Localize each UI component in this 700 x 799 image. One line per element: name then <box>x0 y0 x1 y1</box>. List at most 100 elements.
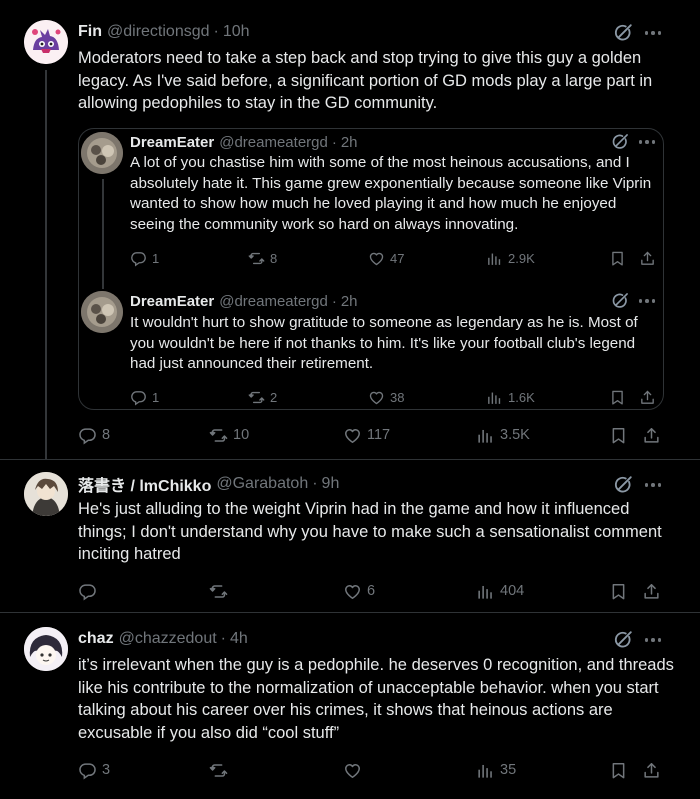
avatar[interactable] <box>81 132 123 174</box>
grok-icon[interactable] <box>612 629 634 651</box>
bookmark-icon <box>609 426 628 445</box>
like-icon <box>343 582 362 601</box>
more-options-icon[interactable] <box>642 22 664 44</box>
like-button[interactable]: 47 <box>368 248 404 268</box>
views-button[interactable]: 404 <box>476 580 524 602</box>
reply-icon <box>130 250 147 267</box>
repost-icon <box>248 389 265 406</box>
tweet-text: Moderators need to take a step back and … <box>78 49 653 112</box>
bookmark-button[interactable] <box>609 580 628 602</box>
repost-icon <box>209 426 228 445</box>
share-button[interactable] <box>642 424 661 446</box>
tweet-actions: 6 404 <box>78 580 668 602</box>
reply-icon <box>78 761 97 780</box>
share-button[interactable] <box>639 387 656 407</box>
author-handle[interactable]: @dreameatergd <box>219 134 328 151</box>
repost-button[interactable]: 8 <box>248 248 277 268</box>
author-handle[interactable]: @directionsgd <box>107 23 210 41</box>
timestamp[interactable]: 2h <box>341 293 358 310</box>
tweet-actions: 8 10 117 3.5K <box>78 424 668 446</box>
reply-button[interactable]: 8 <box>78 424 110 446</box>
views-button[interactable]: 3.5K <box>476 424 530 446</box>
author-handle[interactable]: @dreameatergd <box>219 293 328 310</box>
quoted-header: DreamEater @dreameatergd · 2h <box>130 132 358 152</box>
repost-button[interactable]: 10 <box>209 424 249 446</box>
bookmark-icon <box>609 761 628 780</box>
bookmark-button[interactable] <box>609 424 628 446</box>
like-icon <box>343 761 362 780</box>
author-name[interactable]: chaz <box>78 630 114 648</box>
reply-icon <box>130 389 147 406</box>
more-options-icon[interactable] <box>642 629 664 651</box>
share-icon <box>642 582 661 601</box>
like-button[interactable]: 117 <box>343 424 390 446</box>
bookmark-button[interactable] <box>609 387 626 407</box>
like-icon <box>368 250 385 267</box>
bookmark-icon <box>609 250 626 267</box>
timestamp[interactable]: 10h <box>223 23 250 41</box>
reply-button[interactable]: 1 <box>130 248 159 268</box>
quoted-actions: 1 2 38 1.6K <box>130 387 658 407</box>
bookmark-button[interactable] <box>609 248 626 268</box>
separator-dot: · <box>331 133 337 151</box>
bookmark-button[interactable] <box>609 759 628 781</box>
author-name[interactable]: DreamEater <box>130 134 214 151</box>
share-button[interactable] <box>642 580 661 602</box>
timestamp[interactable]: 9h <box>322 475 340 493</box>
avatar[interactable] <box>24 20 68 64</box>
more-options-icon[interactable] <box>642 474 664 496</box>
grok-icon[interactable] <box>612 22 634 44</box>
reply-button[interactable]: 1 <box>130 387 159 407</box>
repost-button[interactable] <box>209 759 233 781</box>
author-handle[interactable]: @Garabatoh <box>216 475 308 493</box>
views-button[interactable]: 1.6K <box>486 387 535 407</box>
repost-button[interactable] <box>209 580 233 602</box>
tweet[interactable]: 落書き / lmChikko @Garabatoh · 9h He's just… <box>0 460 700 612</box>
author-name[interactable]: 落書き / lmChikko <box>78 472 211 496</box>
author-handle[interactable]: @chazzedout <box>119 630 217 648</box>
like-icon <box>368 389 385 406</box>
views-icon <box>476 582 495 601</box>
repost-icon <box>248 250 265 267</box>
like-button[interactable] <box>343 759 367 781</box>
avatar[interactable] <box>81 291 123 333</box>
more-options-icon[interactable] <box>637 291 657 311</box>
grok-icon[interactable] <box>612 474 634 496</box>
reply-button[interactable]: 3 <box>78 759 110 781</box>
views-icon <box>476 426 495 445</box>
quoted-text: A lot of you chastise him with some of t… <box>130 154 652 233</box>
share-icon <box>639 250 656 267</box>
thread-line <box>102 179 104 289</box>
timestamp[interactable]: 4h <box>230 630 248 648</box>
tweet-header: chaz @chazzedout · 4h <box>78 628 248 650</box>
like-button[interactable]: 38 <box>368 387 404 407</box>
share-button[interactable] <box>639 248 656 268</box>
share-icon <box>642 761 661 780</box>
avatar[interactable] <box>24 627 68 671</box>
views-button[interactable]: 35 <box>476 759 516 781</box>
timestamp[interactable]: 2h <box>341 134 358 151</box>
views-button[interactable]: 2.9K <box>486 248 535 268</box>
repost-button[interactable]: 2 <box>248 387 277 407</box>
tweet[interactable]: chaz @chazzedout · 4h it’s irrelevant wh… <box>0 613 700 799</box>
quoted-text: It wouldn't hurt to show gratitude to so… <box>130 314 638 372</box>
reply-icon <box>78 426 97 445</box>
views-icon <box>486 250 503 267</box>
avatar[interactable] <box>24 472 68 516</box>
separator-dot: · <box>213 23 219 40</box>
tweet-header: 落書き / lmChikko @Garabatoh · 9h <box>78 473 339 495</box>
like-button[interactable]: 6 <box>343 580 375 602</box>
grok-icon[interactable] <box>610 291 630 311</box>
tweet-header: Fin @directionsgd · 10h <box>78 21 250 43</box>
separator-dot: · <box>331 292 337 310</box>
grok-icon[interactable] <box>610 132 630 152</box>
quoted-thread-card[interactable]: DreamEater @dreameatergd · 2h A lot of y… <box>78 128 664 410</box>
tweet[interactable]: Fin @directionsgd · 10h Moderators need … <box>0 0 700 460</box>
author-name[interactable]: Fin <box>78 23 102 41</box>
repost-icon <box>209 761 228 780</box>
more-options-icon[interactable] <box>637 132 657 152</box>
reply-button[interactable] <box>78 580 102 602</box>
repost-icon <box>209 582 228 601</box>
share-button[interactable] <box>642 759 661 781</box>
author-name[interactable]: DreamEater <box>130 293 214 310</box>
